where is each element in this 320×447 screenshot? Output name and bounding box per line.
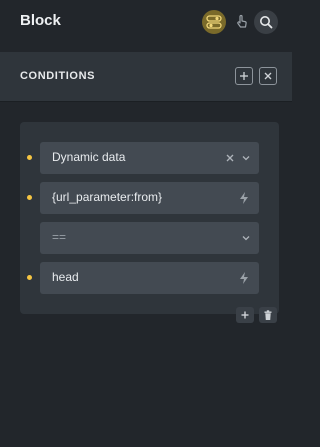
panel-header: Block: [0, 0, 292, 52]
trash-icon: [264, 309, 272, 320]
add-row-button[interactable]: [236, 307, 254, 323]
bolt-icon[interactable]: [236, 190, 252, 206]
condition-row: Dynamic data: [20, 142, 279, 174]
toggle-icon: [206, 15, 222, 29]
field-value: ==: [52, 230, 67, 244]
chevron-down-icon[interactable]: [238, 150, 254, 166]
condition-row: head: [20, 262, 279, 294]
field-value: head: [52, 270, 79, 284]
remove-conditions-button[interactable]: [259, 67, 277, 85]
key-input[interactable]: {url_parameter:from}: [40, 182, 259, 214]
chevron-down-icon[interactable]: [238, 230, 254, 246]
close-icon: [264, 72, 272, 80]
toggle-button[interactable]: [202, 10, 226, 34]
compare-operator-select[interactable]: ==: [40, 222, 259, 254]
dynamic-data-select[interactable]: Dynamic data: [40, 142, 259, 174]
plus-icon: [240, 72, 248, 80]
delete-row-button[interactable]: [259, 307, 277, 323]
search-icon: [260, 16, 273, 29]
row-marker: [27, 195, 32, 200]
conditions-title: CONDITIONS: [20, 70, 96, 82]
condition-group: Dynamic data {url_parameter:from} == hea…: [20, 122, 279, 314]
conditions-section-header[interactable]: CONDITIONS: [0, 52, 292, 102]
bolt-icon[interactable]: [236, 270, 252, 286]
search-button[interactable]: [254, 10, 278, 34]
condition-row: ==: [20, 222, 279, 254]
interaction-button[interactable]: [230, 10, 254, 34]
panel-title: Block: [20, 12, 61, 29]
field-value: {url_parameter:from}: [52, 190, 163, 204]
hand-pointer-icon: [237, 14, 247, 28]
value-input[interactable]: head: [40, 262, 259, 294]
row-marker: [27, 155, 32, 160]
row-marker: [27, 275, 32, 280]
plus-icon: [241, 311, 249, 319]
clear-icon[interactable]: [222, 150, 238, 166]
condition-row: {url_parameter:from}: [20, 182, 279, 214]
field-value: Dynamic data: [52, 150, 126, 164]
add-condition-button[interactable]: [235, 67, 253, 85]
